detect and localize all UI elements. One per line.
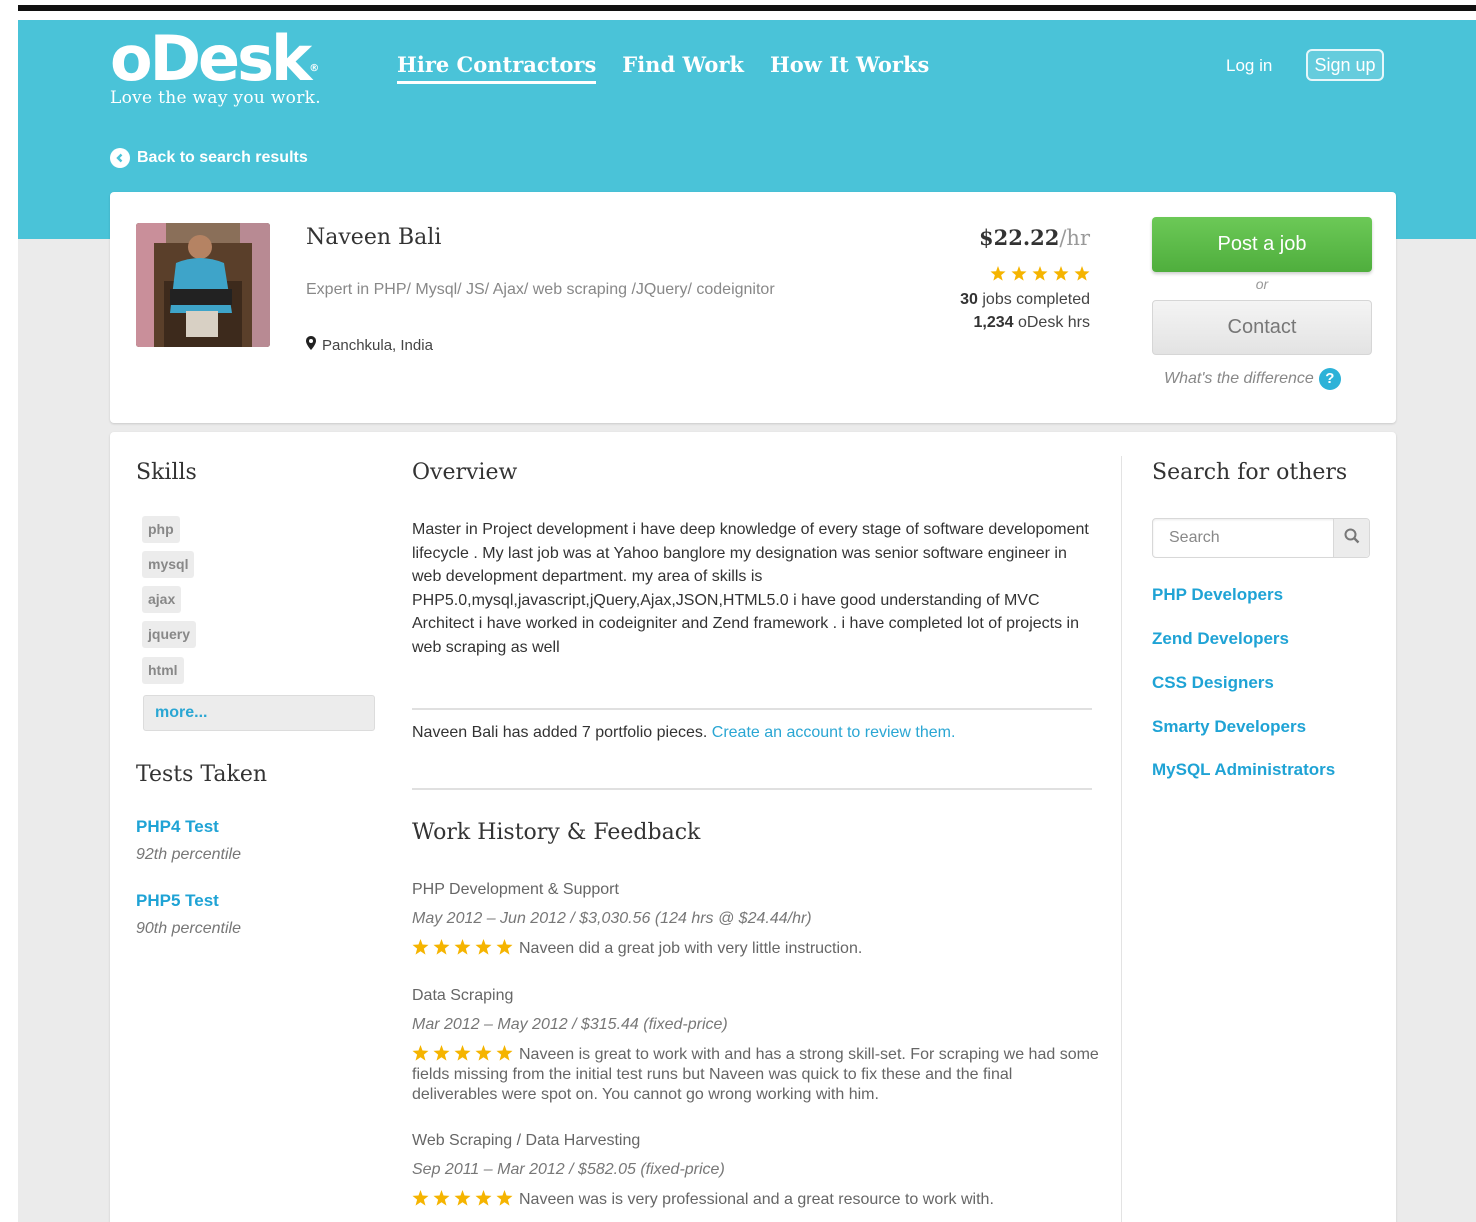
feedback-stars bbox=[412, 1190, 513, 1206]
star-icon bbox=[412, 1045, 429, 1061]
star-icon bbox=[990, 266, 1006, 286]
star-icon bbox=[433, 1190, 450, 1206]
search-box bbox=[1152, 518, 1370, 558]
post-job-button[interactable]: Post a job bbox=[1152, 217, 1372, 272]
difference-label: What's the difference bbox=[1164, 370, 1314, 387]
test-link[interactable]: PHP4 Test bbox=[136, 817, 219, 837]
column-divider bbox=[1121, 456, 1122, 1222]
star-icon bbox=[475, 1045, 492, 1061]
test-link[interactable]: PHP5 Test bbox=[136, 891, 219, 911]
star-icon bbox=[496, 1045, 513, 1061]
skill-tag[interactable]: ajax bbox=[142, 586, 182, 613]
job-title: PHP Development & Support bbox=[412, 881, 619, 898]
profile-card: Naveen Bali Expert in PHP/ Mysql/ JS/ Aj… bbox=[110, 192, 1396, 423]
feedback-stars bbox=[412, 1045, 513, 1061]
job-title: Data Scraping bbox=[412, 987, 514, 1004]
star-icon bbox=[496, 939, 513, 955]
search-link-php-developers[interactable]: PHP Developers bbox=[1152, 585, 1283, 605]
job-meta: Sep 2011 – Mar 2012 / $582.05 (fixed-pri… bbox=[412, 1161, 725, 1178]
back-to-search-link[interactable]: Back to search results bbox=[110, 148, 308, 168]
search-input[interactable] bbox=[1153, 519, 1333, 557]
or-label: or bbox=[1255, 276, 1269, 292]
search-link-smarty-developers[interactable]: Smarty Developers bbox=[1152, 717, 1306, 737]
skill-tag[interactable]: html bbox=[142, 657, 184, 684]
feedback-text: Naveen did a great job with very little … bbox=[519, 940, 863, 957]
search-button[interactable] bbox=[1333, 519, 1369, 557]
nav-how-it-works[interactable]: How It Works bbox=[770, 52, 929, 84]
freelancer-title: Expert in PHP/ Mysql/ JS/ Ajax/ web scra… bbox=[306, 281, 775, 298]
test-percentile: 90th percentile bbox=[136, 920, 241, 937]
overview-text: Master in Project development i have dee… bbox=[412, 521, 1089, 656]
star-icon bbox=[475, 1190, 492, 1206]
whats-the-difference-link[interactable]: What's the difference ? bbox=[1164, 368, 1341, 390]
star-icon bbox=[412, 1190, 429, 1206]
job-stats: 30 jobs completed 1,234 oDesk hrs bbox=[960, 288, 1090, 334]
job-meta: Mar 2012 – May 2012 / $315.44 (fixed-pri… bbox=[412, 1016, 728, 1033]
star-icon bbox=[454, 939, 471, 955]
contact-button[interactable]: Contact bbox=[1152, 300, 1372, 355]
job-feedback: Naveen is great to work with and has a s… bbox=[412, 1045, 1102, 1105]
search-others-heading: Search for others bbox=[1152, 460, 1348, 485]
search-icon bbox=[1344, 528, 1360, 549]
tests-heading: Tests Taken bbox=[136, 762, 268, 787]
divider bbox=[412, 788, 1092, 790]
help-icon[interactable]: ? bbox=[1318, 368, 1341, 390]
search-link-css-designers[interactable]: CSS Designers bbox=[1152, 673, 1274, 693]
job-meta: May 2012 – Jun 2012 / $3,030.56 (124 hrs… bbox=[412, 910, 812, 927]
overview-heading: Overview bbox=[412, 460, 518, 485]
logo-tagline: Love the way you work. bbox=[110, 88, 321, 108]
star-icon bbox=[1053, 266, 1069, 286]
job-title: Web Scraping / Data Harvesting bbox=[412, 1132, 641, 1149]
nav-hire-contractors[interactable]: Hire Contractors bbox=[397, 52, 597, 84]
main-content-card: Skills php mysql ajax jquery html more..… bbox=[110, 432, 1396, 1222]
location-label: Panchkula, India bbox=[322, 336, 433, 354]
search-link-mysql-administrators[interactable]: MySQL Administrators bbox=[1152, 760, 1335, 780]
portfolio-text: Naveen Bali has added 7 portfolio pieces… bbox=[412, 724, 708, 741]
star-icon bbox=[475, 939, 492, 955]
signup-button[interactable]: Sign up bbox=[1306, 49, 1384, 81]
skills-heading: Skills bbox=[136, 460, 197, 485]
star-icon bbox=[1074, 266, 1090, 286]
divider bbox=[412, 708, 1092, 710]
nav-find-work[interactable]: Find Work bbox=[622, 52, 744, 84]
page-frame: oDesk® Love the way you work. Hire Contr… bbox=[18, 20, 1476, 1222]
test-percentile: 92th percentile bbox=[136, 846, 241, 863]
chevron-left-icon bbox=[110, 148, 130, 168]
star-icon bbox=[1011, 266, 1027, 286]
odesk-logo[interactable]: oDesk® Love the way you work. bbox=[110, 28, 321, 109]
job-feedback: Naveen was is very professional and a gr… bbox=[412, 1190, 1102, 1210]
back-label: Back to search results bbox=[137, 149, 308, 166]
odesk-hours: 1,234 oDesk hrs bbox=[973, 314, 1090, 331]
star-icon bbox=[454, 1045, 471, 1061]
star-icon bbox=[1032, 266, 1048, 286]
jobs-completed: 30 jobs completed bbox=[960, 291, 1090, 308]
feedback-stars bbox=[412, 939, 513, 955]
star-icon bbox=[496, 1190, 513, 1206]
star-icon bbox=[454, 1190, 471, 1206]
skill-tag[interactable]: php bbox=[142, 516, 180, 543]
rating-stars bbox=[990, 266, 1090, 286]
feedback-text: Naveen was is very professional and a gr… bbox=[519, 1191, 994, 1208]
avatar bbox=[136, 223, 270, 347]
skill-tag[interactable]: jquery bbox=[142, 621, 197, 648]
star-icon bbox=[433, 1045, 450, 1061]
portfolio-note: Naveen Bali has added 7 portfolio pieces… bbox=[412, 724, 955, 742]
search-link-zend-developers[interactable]: Zend Developers bbox=[1152, 629, 1289, 649]
top-border bbox=[18, 5, 1476, 11]
hourly-rate: $22.22/hr bbox=[978, 225, 1090, 250]
create-account-link[interactable]: Create an account to review them. bbox=[712, 724, 956, 741]
location: Panchkula, India bbox=[306, 336, 433, 354]
skill-tag[interactable]: mysql bbox=[142, 551, 195, 578]
freelancer-name: Naveen Bali bbox=[306, 225, 442, 250]
main-nav: Hire Contractors Find Work How It Works bbox=[397, 52, 929, 84]
login-link[interactable]: Log in bbox=[1226, 56, 1272, 76]
map-pin-icon bbox=[306, 336, 316, 354]
star-icon bbox=[433, 939, 450, 955]
feedback-text: Naveen is great to work with and has a s… bbox=[412, 1046, 1099, 1103]
star-icon bbox=[412, 939, 429, 955]
more-skills-button[interactable]: more... bbox=[143, 695, 375, 731]
job-feedback: Naveen did a great job with very little … bbox=[412, 939, 1102, 959]
work-history-heading: Work History & Feedback bbox=[412, 820, 701, 845]
